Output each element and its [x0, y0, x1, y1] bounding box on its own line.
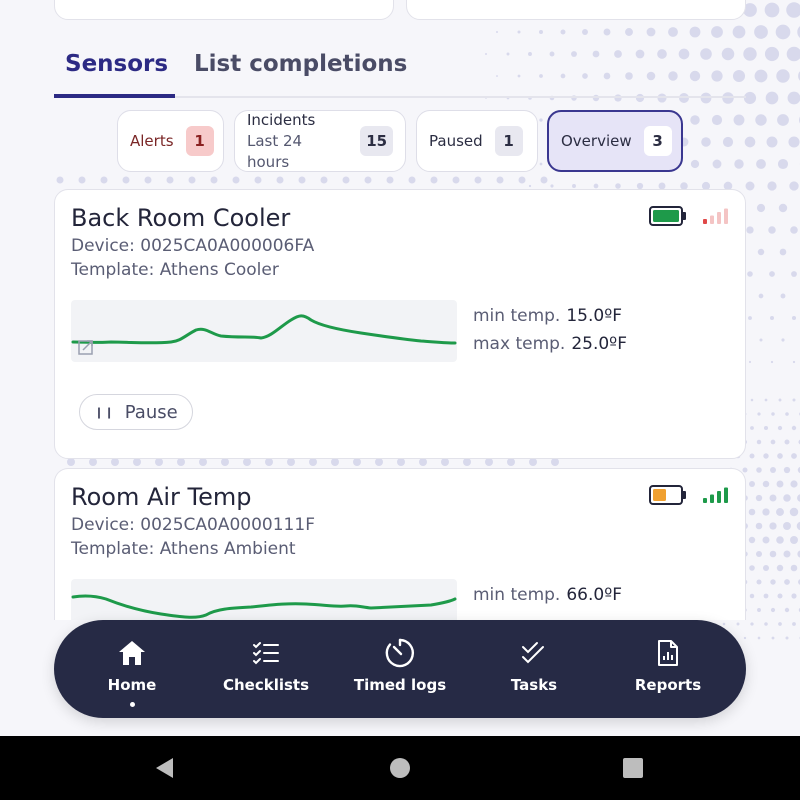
min-temp: min temp. 66.0ºF	[473, 585, 622, 605]
tasks-check-icon	[521, 638, 547, 668]
tab-list-completions[interactable]: List completions	[194, 44, 407, 98]
filter-alerts-label: Alerts	[130, 132, 174, 150]
checklist-icon	[252, 638, 280, 668]
filter-incidents-count: 15	[360, 126, 393, 156]
top-card-left	[54, 0, 394, 20]
min-temp-value: 66.0ºF	[566, 585, 622, 605]
pause-button[interactable]: ❙❙ Pause	[79, 394, 193, 430]
max-temp-label: max temp.	[473, 334, 566, 354]
temperature-sparkline[interactable]	[71, 300, 457, 362]
filter-incidents-label: Incidents	[247, 110, 316, 129]
device-id: Device: 0025CA0A0000111F	[71, 515, 315, 535]
report-icon	[657, 638, 679, 668]
nav-checklists-label: Checklists	[222, 676, 310, 694]
signal-bar	[724, 487, 728, 503]
signal-bar	[724, 208, 728, 224]
min-temp: min temp. 15.0ºF	[473, 306, 622, 326]
filter-incidents[interactable]: Incidents Last 24 hours 15	[234, 110, 406, 172]
home-icon	[118, 638, 146, 668]
pause-icon: ❙❙	[94, 405, 115, 419]
max-temp-value: 25.0ºF	[571, 334, 627, 354]
nav-home-label: Home	[107, 676, 157, 694]
filter-overview[interactable]: Overview 3	[547, 110, 683, 172]
filter-alerts[interactable]: Alerts 1	[117, 110, 224, 172]
nav-timed-logs[interactable]: Timed logs	[333, 620, 467, 718]
sensor-card[interactable]: Room Air Temp Device: 0025CA0A0000111F T…	[54, 468, 746, 620]
back-icon[interactable]	[153, 756, 177, 785]
battery-icon	[649, 206, 687, 231]
device-id: Device: 0025CA0A000006FA	[71, 236, 315, 256]
signal-bar	[710, 494, 714, 503]
nav-checklists[interactable]: Checklists	[199, 620, 333, 718]
filter-paused-count: 1	[494, 126, 523, 156]
min-temp-label: min temp.	[473, 585, 561, 605]
bottom-navigation: Home Checklists Timed logs Tasks Reports	[54, 620, 746, 718]
template-name: Template: Athens Ambient	[71, 539, 296, 559]
signal-bar	[703, 498, 707, 503]
sensor-card[interactable]: Back Room Cooler Device: 0025CA0A000006F…	[54, 189, 746, 459]
tab-sensors[interactable]: Sensors	[54, 44, 175, 98]
active-indicator	[129, 702, 135, 707]
signal-bar	[703, 219, 707, 224]
nav-reports[interactable]: Reports	[601, 620, 735, 718]
signal-bar	[717, 491, 721, 503]
nav-home[interactable]: Home	[65, 620, 199, 718]
top-card-right	[406, 0, 746, 20]
home-circle-icon[interactable]	[388, 756, 412, 785]
filter-paused-label: Paused	[429, 132, 483, 150]
filter-overview-count: 3	[643, 126, 672, 156]
sensor-name: Room Air Temp	[71, 483, 252, 511]
temperature-sparkline[interactable]	[71, 579, 457, 620]
nav-timed-logs-label: Timed logs	[353, 676, 447, 694]
battery-icon	[649, 485, 687, 510]
nav-tasks[interactable]: Tasks	[467, 620, 601, 718]
filter-incidents-sub: Last 24 hours	[247, 131, 303, 171]
signal-bar	[710, 215, 714, 224]
filter-paused[interactable]: Paused 1	[416, 110, 538, 172]
min-temp-label: min temp.	[473, 306, 561, 326]
tab-bar: Sensors List completions	[54, 44, 746, 98]
system-navigation-bar	[0, 736, 800, 800]
recents-square-icon[interactable]	[621, 756, 645, 785]
signal-bar	[717, 212, 721, 224]
signal-strength-icon	[701, 486, 729, 509]
filter-alerts-count: 1	[185, 126, 214, 156]
max-temp: max temp. 25.0ºF	[473, 334, 627, 354]
pause-button-label: Pause	[124, 401, 178, 423]
timer-icon	[384, 638, 416, 668]
signal-strength-icon	[701, 207, 729, 230]
min-temp-value: 15.0ºF	[566, 306, 622, 326]
filter-overview-label: Overview	[561, 132, 632, 150]
nav-reports-label: Reports	[634, 676, 702, 694]
template-name: Template: Athens Cooler	[71, 260, 279, 280]
sensor-name: Back Room Cooler	[71, 204, 291, 232]
nav-tasks-label: Tasks	[510, 676, 558, 694]
